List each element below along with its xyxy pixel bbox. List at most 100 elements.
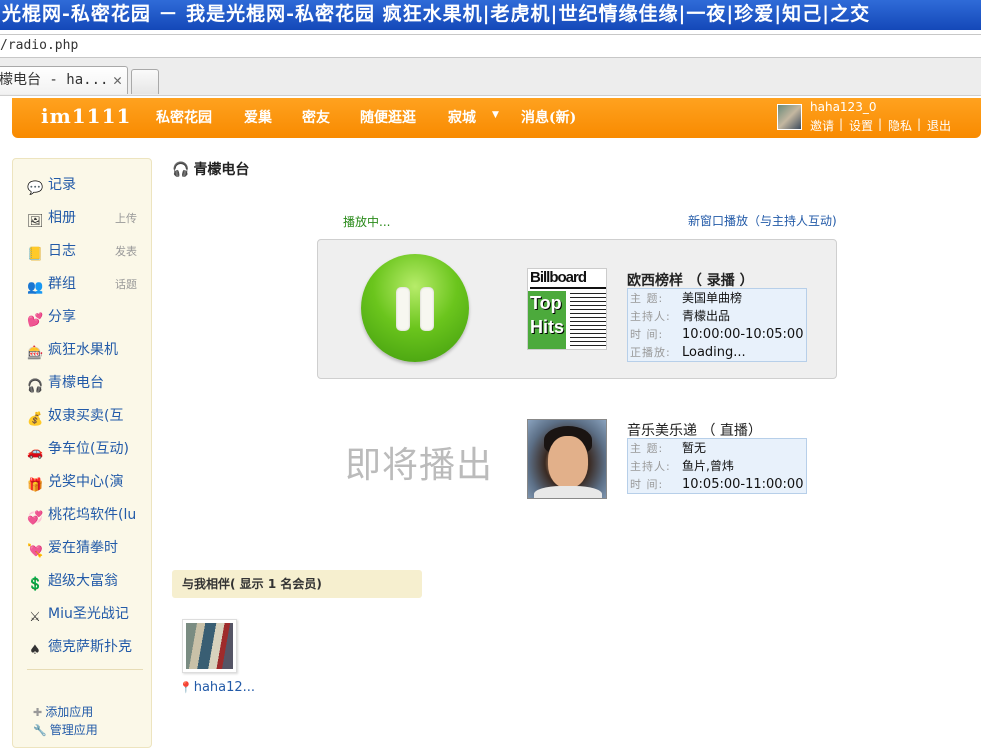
- upload-link[interactable]: 上传: [115, 209, 137, 228]
- headphones-icon: 🎧: [27, 379, 44, 393]
- sidebar-item-slave-trade[interactable]: 💰 奴隶买卖(互: [27, 406, 149, 426]
- playing-status: 播放中...: [343, 215, 391, 229]
- tab-strip: 檬电台 - ha... ✕: [0, 58, 981, 96]
- add-app-link[interactable]: ✚ 添加应用: [33, 703, 93, 720]
- companions-header: 与我相伴( 显示 1 名会员): [172, 570, 422, 598]
- pause-button[interactable]: [361, 254, 469, 362]
- sidebar-item-label: 奴隶买卖(互: [48, 408, 124, 424]
- pause-icon: [396, 287, 410, 331]
- spade-icon: ♠: [29, 643, 41, 657]
- chat-bubble-icon: 💬: [27, 181, 44, 195]
- slot-machine-icon: 🎰: [27, 346, 44, 360]
- sidebar-item-label: 爱在猜拳时: [48, 540, 118, 556]
- sidebar-item-label: 兑奖中心(演: [48, 474, 124, 490]
- sidebar-item-rewards[interactable]: 🎁 兑奖中心(演: [27, 472, 149, 492]
- nav-browse[interactable]: 随便逛逛: [360, 107, 416, 127]
- sidebar-item-peach-software[interactable]: 💞 桃花坞软件(lu: [27, 505, 149, 525]
- nav-lonely-city[interactable]: 寂城: [448, 107, 476, 127]
- sidebar-item-radio[interactable]: 🎧 青檬电台: [27, 373, 149, 393]
- sidebar-item-label: 争车位(互动): [48, 441, 129, 457]
- notebook-icon: 📒: [27, 247, 44, 261]
- sidebar-item-label: 超级大富翁: [48, 573, 118, 589]
- browser-tab[interactable]: 檬电台 - ha... ✕: [0, 66, 128, 94]
- info-row-now-playing: 正播放: Loading...: [628, 343, 806, 361]
- sidebar-item-label: 相册: [48, 210, 76, 226]
- info-value: 10:00:00-10:05:00: [682, 327, 804, 342]
- info-row-host: 主持人: 鱼片,曾炜: [628, 457, 806, 475]
- sidebar-item-label: 日志: [48, 243, 76, 259]
- sidebar-item-poker[interactable]: ♠ 德克萨斯扑克: [27, 637, 149, 657]
- sidebar-item-share[interactable]: 💕 分享: [27, 307, 149, 327]
- info-row-topic: 主 题: 暂无: [628, 439, 806, 457]
- avatar[interactable]: [777, 104, 802, 130]
- window-title-bar: 光棍网-私密花园 － 我是光棍网-私密花园 疯狂水果机|老虎机|世纪情缘佳缘|一…: [0, 0, 981, 30]
- sidebar-item-label: 德克萨斯扑克: [48, 639, 132, 655]
- nav-close-friends[interactable]: 密友: [302, 107, 330, 127]
- info-row-topic: 主 题: 美国单曲榜: [628, 289, 806, 307]
- location-pin-icon: 📍: [179, 681, 193, 694]
- cover-tagline: Top Hits: [528, 291, 566, 349]
- publish-link[interactable]: 发表: [115, 242, 137, 261]
- sidebar-item-label: 青檬电台: [48, 375, 104, 391]
- manage-app-link[interactable]: 🔧 管理应用: [33, 721, 98, 738]
- next-show-title: 音乐美乐递 （ 直播）: [627, 423, 762, 439]
- cover-brand: Billboard: [530, 269, 606, 289]
- cover-photo-part: [534, 486, 602, 498]
- site-logo[interactable]: im1111: [41, 104, 131, 128]
- sidebar-item-miu[interactable]: ⚔ Miu圣光战记: [27, 604, 149, 624]
- settings-link[interactable]: 设置: [849, 117, 873, 134]
- sidebar-item-groups[interactable]: 👥 群组 话题: [27, 274, 149, 294]
- hearts-icon: 💞: [27, 511, 44, 525]
- info-key: 时 间:: [630, 328, 664, 341]
- radio-player: Billboard Top Hits 欧西榜样 （ 录播 ） 主 题: 美国单曲榜…: [317, 239, 837, 379]
- info-key: 主 题:: [630, 292, 664, 305]
- info-value: 美国单曲榜: [682, 291, 743, 305]
- username[interactable]: haha123_0: [810, 100, 876, 114]
- page-title: 🎧 青檬电台: [172, 159, 249, 179]
- money-icon: 💲: [27, 577, 44, 591]
- photo-icon: 🖼: [27, 214, 44, 228]
- logout-link[interactable]: 退出: [927, 117, 951, 134]
- close-tab-icon[interactable]: ✕: [113, 67, 122, 93]
- sidebar-item-records[interactable]: 💬 记录: [27, 175, 149, 195]
- info-row-time: 时 间: 10:05:00-11:00:00: [628, 475, 806, 493]
- sidebar-item-monopoly[interactable]: 💲 超级大富翁: [27, 571, 149, 591]
- sidebar-item-label: 记录: [48, 177, 76, 193]
- coins-icon: 💰: [27, 412, 44, 426]
- sidebar-item-rock-paper[interactable]: 💘 爱在猜拳时: [27, 538, 149, 558]
- member-avatar[interactable]: [182, 619, 237, 673]
- gift-icon: 🎁: [27, 478, 44, 492]
- invite-link[interactable]: 邀请: [810, 117, 834, 134]
- chevron-down-icon[interactable]: ▼: [492, 110, 499, 120]
- new-window-play-link[interactable]: 新窗口播放（与主持人互动): [688, 212, 837, 229]
- wrench-icon: 🔧: [33, 724, 47, 737]
- nav-love-nest[interactable]: 爱巢: [244, 107, 272, 127]
- sidebar-divider: [27, 669, 143, 670]
- manage-app-label: 管理应用: [49, 723, 98, 737]
- privacy-link[interactable]: 隐私: [888, 117, 912, 134]
- site-header: im1111 私密花园 爱巢 密友 随便逛逛 寂城 ▼ 消息(新) haha12…: [12, 98, 981, 138]
- sidebar-item-journal[interactable]: 📒 日志 发表: [27, 241, 149, 261]
- info-key: 主持人:: [630, 460, 671, 473]
- nav-private-garden[interactable]: 私密花园: [156, 107, 212, 127]
- info-row-time: 时 间: 10:00:00-10:05:00: [628, 325, 806, 343]
- upcoming-label: 即将播出: [345, 445, 494, 486]
- next-show-info: 主 题: 暂无 主持人: 鱼片,曾炜 时 间: 10:05:00-11:00:00: [627, 438, 807, 494]
- info-value: Loading...: [682, 345, 746, 360]
- member-name: haha12...: [193, 680, 256, 695]
- nav-messages[interactable]: 消息(新): [521, 107, 576, 127]
- separator: |: [878, 117, 883, 131]
- address-bar[interactable]: /radio.php: [0, 34, 981, 58]
- sidebar-item-slot-machine[interactable]: 🎰 疯狂水果机: [27, 340, 149, 360]
- sidebar-item-album[interactable]: 🖼 相册 上传: [27, 208, 149, 228]
- info-key: 主 题:: [630, 442, 664, 455]
- topics-link[interactable]: 话题: [115, 275, 137, 294]
- sword-icon: ⚔: [29, 610, 41, 624]
- show-cover: Billboard Top Hits: [527, 268, 607, 350]
- next-show-cover: [527, 419, 607, 499]
- plus-icon: ✚: [33, 706, 43, 719]
- member-name-link[interactable]: 📍haha12...: [179, 680, 255, 695]
- new-tab-button[interactable]: [131, 69, 159, 94]
- add-app-label: 添加应用: [45, 705, 94, 719]
- sidebar-item-parking[interactable]: 🚗 争车位(互动): [27, 439, 149, 459]
